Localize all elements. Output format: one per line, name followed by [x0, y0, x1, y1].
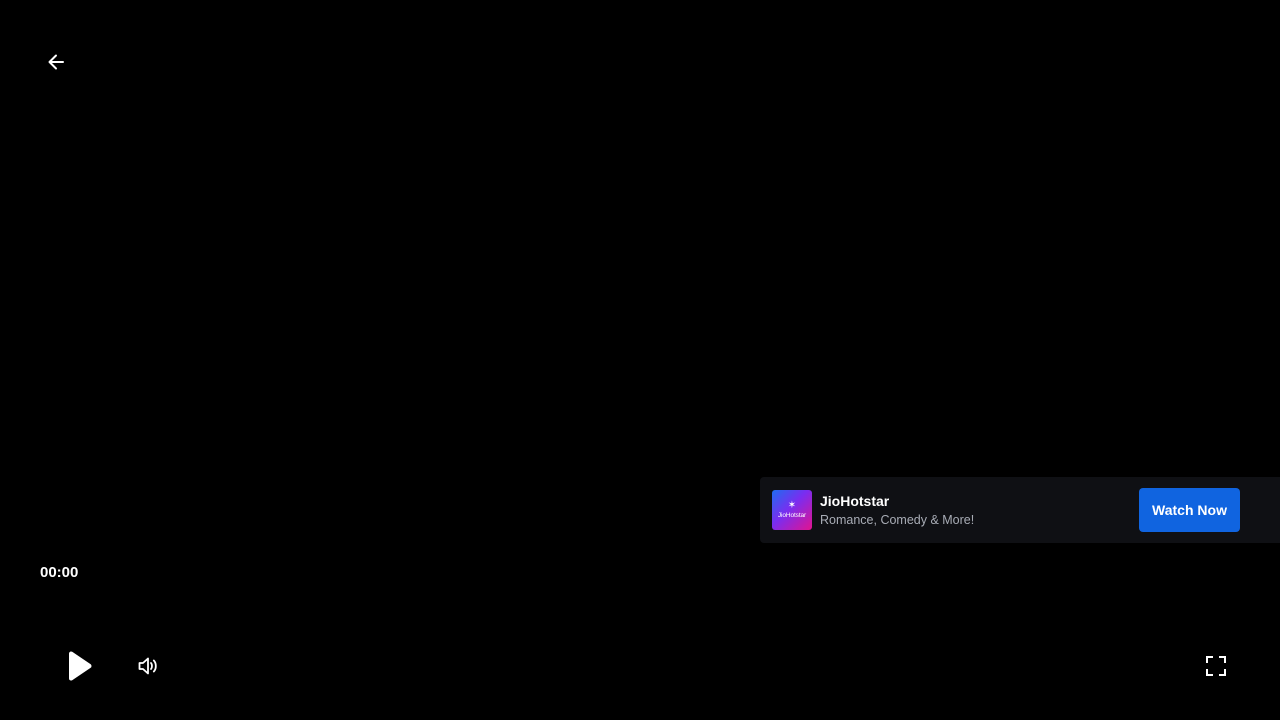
back-button[interactable]: [40, 48, 72, 80]
arrow-left-icon: [46, 52, 66, 77]
fullscreen-icon: [1205, 655, 1227, 682]
star-icon: ✶: [787, 499, 797, 511]
jiohotstar-logo: ✶ JioHotstar: [772, 490, 812, 530]
play-button[interactable]: [58, 648, 98, 688]
fullscreen-button[interactable]: [1200, 652, 1232, 684]
video-player[interactable]: ✶ JioHotstar JioHotstar Romance, Comedy …: [0, 0, 1280, 720]
current-time: 00:00: [40, 564, 79, 581]
volume-button[interactable]: [132, 652, 164, 684]
watch-now-button[interactable]: Watch Now: [1139, 488, 1240, 532]
volume-icon: [136, 654, 160, 683]
ad-banner[interactable]: ✶ JioHotstar JioHotstar Romance, Comedy …: [760, 477, 1280, 543]
play-icon: [62, 649, 94, 688]
logo-text: JioHotstar: [777, 511, 807, 519]
